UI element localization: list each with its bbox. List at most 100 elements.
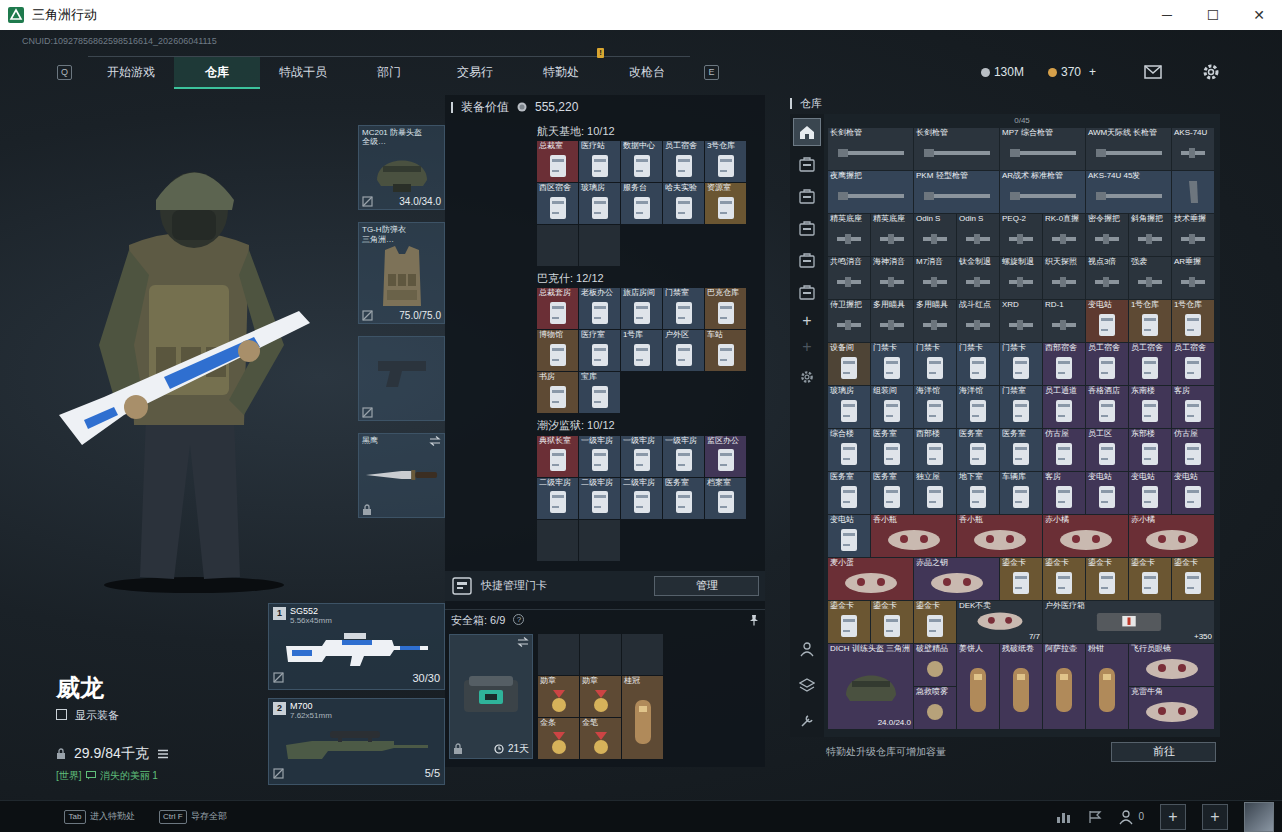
warehouse-item[interactable]: 织天探照: [1043, 257, 1085, 299]
keycard-slot[interactable]: 玻璃房: [579, 183, 620, 224]
safe-box-slot[interactable]: [580, 634, 621, 675]
warehouse-item[interactable]: DICH 训练头盔 三角洲24.0/24.0: [828, 644, 913, 729]
warehouse-item[interactable]: 斜角握把: [1129, 214, 1171, 256]
warehouse-item[interactable]: 鎏金卡: [1086, 558, 1128, 600]
keycard-slot[interactable]: [579, 520, 620, 561]
warehouse-item[interactable]: 姜饼人: [957, 644, 999, 729]
warehouse-item[interactable]: 多用瞄具: [871, 300, 913, 342]
keycard-slot[interactable]: 1号库: [621, 330, 662, 371]
warehouse-item[interactable]: 变电站: [828, 515, 870, 557]
window-control[interactable]: ✕: [1236, 0, 1282, 30]
main-tab[interactable]: 仓库: [174, 57, 260, 89]
warehouse-item[interactable]: 组装间: [871, 386, 913, 428]
show-equipment-toggle[interactable]: 显示装备: [56, 707, 268, 724]
warehouse-tab[interactable]: [793, 278, 821, 306]
keycard-slot[interactable]: [579, 225, 620, 266]
keycard-slot[interactable]: 车站: [705, 330, 746, 371]
chat-line[interactable]: [世界]消失的美丽 1: [56, 768, 268, 783]
warehouse-item[interactable]: 侍卫握把: [828, 300, 870, 342]
safe-box-slot[interactable]: [538, 634, 579, 675]
gear-slot[interactable]: [358, 336, 445, 421]
warehouse-item[interactable]: AWM天际线 长枪管: [1086, 128, 1171, 170]
gear-slot[interactable]: 黑鹰: [358, 433, 445, 518]
main-tab[interactable]: 改枪台: [604, 57, 690, 89]
friends[interactable]: 0: [1118, 809, 1144, 825]
warehouse-item[interactable]: 1号仓库: [1172, 300, 1214, 342]
keycard-slot[interactable]: 书房: [537, 372, 578, 413]
warehouse-item[interactable]: 综合楼: [828, 429, 870, 471]
keycard-slot[interactable]: 医务室: [663, 478, 704, 519]
warehouse-item[interactable]: 员工宿舍: [1129, 343, 1171, 385]
keycard-slot[interactable]: 资源室: [705, 183, 746, 224]
warehouse-item[interactable]: 战斗红点: [957, 300, 999, 342]
warehouse-item[interactable]: 长剑枪管: [914, 128, 999, 170]
warehouse-item[interactable]: 西部楼: [914, 429, 956, 471]
warehouse-item[interactable]: 赤晶之钥: [914, 558, 999, 600]
warehouse-item[interactable]: 地下室: [957, 472, 999, 514]
add-tab-button[interactable]: +: [793, 310, 821, 332]
keycard-slot[interactable]: 总裁套房: [537, 288, 578, 329]
warehouse-item[interactable]: 香小瓶: [957, 515, 1042, 557]
keycard-slot[interactable]: 典狱长室: [537, 436, 578, 477]
warehouse-item[interactable]: 精英底座: [871, 214, 913, 256]
keycard-slot[interactable]: 一级牢房: [663, 436, 704, 477]
warehouse-item[interactable]: 员工区: [1086, 429, 1128, 471]
warehouse-item[interactable]: 残破纸卷: [1000, 644, 1042, 729]
keycard-slot[interactable]: [537, 520, 578, 561]
keycard-slot[interactable]: 巴克仓库: [705, 288, 746, 329]
warehouse-item[interactable]: 鎏金卡: [1129, 558, 1171, 600]
warehouse-item[interactable]: 赤小橘: [1129, 515, 1214, 557]
warehouse-tab[interactable]: [793, 214, 821, 242]
keycard-slot[interactable]: 门禁室: [663, 288, 704, 329]
warehouse-item[interactable]: 西部宿舍: [1043, 343, 1085, 385]
main-tab[interactable]: 交易行: [432, 57, 518, 89]
safe-box-slot[interactable]: 金条: [538, 718, 579, 759]
warehouse-item[interactable]: 员工宿舍: [1172, 343, 1214, 385]
warehouse-item[interactable]: RK-0直握: [1043, 214, 1085, 256]
warehouse-item[interactable]: 多用瞄具: [914, 300, 956, 342]
warehouse-item[interactable]: 变电站: [1086, 300, 1128, 342]
warehouse-item[interactable]: 员工宿舍: [1086, 343, 1128, 385]
safe-box-slot[interactable]: 金笔: [580, 718, 621, 759]
invite-slot[interactable]: +: [1160, 804, 1186, 830]
keycard-slot[interactable]: 服务台: [621, 183, 662, 224]
safe-box[interactable]: 21天: [449, 634, 533, 759]
warehouse-item[interactable]: 医务室: [957, 429, 999, 471]
warehouse-item[interactable]: 强袭: [1129, 257, 1171, 299]
help-button[interactable]: ?: [513, 614, 524, 625]
gear-slot[interactable]: MC201 防暴头盔全级…34.0/34.0: [358, 125, 445, 210]
warehouse-item[interactable]: PKM 轻型枪管: [914, 171, 999, 213]
warehouse-item[interactable]: M7消音: [914, 257, 956, 299]
warehouse-item[interactable]: 客房: [1172, 386, 1214, 428]
warehouse-item[interactable]: 急救喷雾: [914, 687, 956, 729]
warehouse-item[interactable]: 螺旋制退: [1000, 257, 1042, 299]
warehouse-tab[interactable]: [793, 246, 821, 274]
warehouse-item[interactable]: 钛金制退: [957, 257, 999, 299]
warehouse-tab[interactable]: [793, 118, 821, 146]
warehouse-item[interactable]: 门禁室: [1000, 386, 1042, 428]
warehouse-item[interactable]: MP7 综合枪管: [1000, 128, 1085, 170]
warehouse-item[interactable]: 医务室: [1000, 429, 1042, 471]
warehouse-item[interactable]: Odin S: [957, 214, 999, 256]
keycard-slot[interactable]: 数据中心: [621, 141, 662, 182]
keycard-slot[interactable]: 医疗站: [579, 141, 620, 182]
warehouse-item[interactable]: 门禁卡: [914, 343, 956, 385]
go-button[interactable]: 前往: [1111, 742, 1216, 762]
weapon-slot[interactable]: 1SG5525.56x45mm30/30: [268, 603, 445, 690]
warehouse-item[interactable]: 精英底座: [828, 214, 870, 256]
warehouse-item[interactable]: 设备间: [828, 343, 870, 385]
warehouse-item[interactable]: 共鸣消音: [828, 257, 870, 299]
warehouse-item[interactable]: 长剑枪管: [828, 128, 913, 170]
safe-box-slot[interactable]: 勋章: [538, 676, 579, 717]
warehouse-item[interactable]: 医务室: [871, 472, 913, 514]
main-tab[interactable]: 特战干员: [260, 57, 346, 89]
keycard-slot[interactable]: 老板办公: [579, 288, 620, 329]
keycard-slot[interactable]: 户外区: [663, 330, 704, 371]
warehouse-item[interactable]: 鎏金卡: [871, 601, 913, 643]
warehouse-item[interactable]: 阿萨拉壶: [1043, 644, 1085, 729]
warehouse-item[interactable]: 海洋馆: [957, 386, 999, 428]
warehouse-item[interactable]: 医务室: [828, 472, 870, 514]
invite-slot[interactable]: +: [1202, 804, 1228, 830]
warehouse-item[interactable]: 车辆库: [1000, 472, 1042, 514]
warehouse-tab[interactable]: [793, 150, 821, 178]
